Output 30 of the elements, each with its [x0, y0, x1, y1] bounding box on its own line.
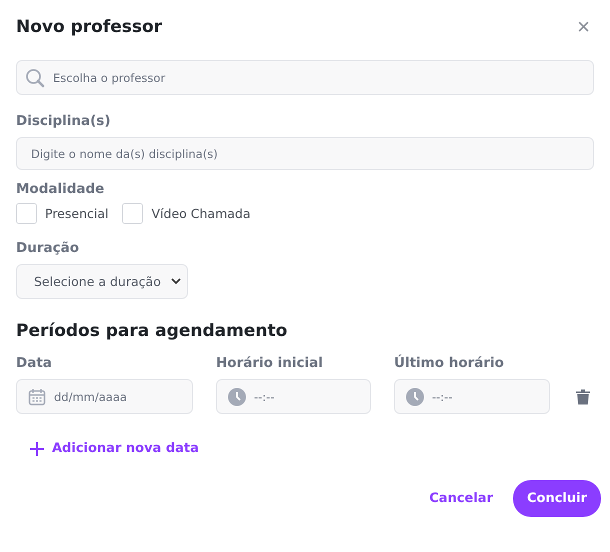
section-title: Períodos para agendamento: [16, 321, 288, 341]
chevron-down-icon: [170, 278, 181, 285]
search-icon: [25, 68, 45, 88]
field-label: Modalidade: [16, 181, 106, 197]
trash-icon: [576, 389, 590, 405]
clock-icon: [406, 388, 424, 406]
search-field[interactable]: Escolha o professor: [16, 60, 594, 95]
checkbox-label: Presencial: [45, 206, 108, 221]
time-field[interactable]: --:--: [394, 379, 550, 414]
field-label: Disciplina(s): [16, 113, 112, 129]
column-label: Horário inicial: [216, 355, 324, 371]
column-label: Data: [16, 355, 53, 371]
date-field[interactable]: dd/mm/aaaa: [16, 379, 193, 414]
column-label: Último horário: [394, 355, 505, 371]
field-label: Duração: [16, 240, 80, 256]
clock-icon: [228, 388, 246, 406]
time-field[interactable]: --:--: [216, 379, 371, 414]
close-button[interactable]: ×: [573, 17, 594, 37]
add-date-link[interactable]: Adicionar nova data: [30, 441, 199, 456]
delete-button[interactable]: [576, 389, 590, 405]
confirm-button[interactable]: Concluir: [512, 480, 601, 517]
checkbox[interactable]: [16, 203, 37, 224]
text-field[interactable]: Digite o nome da(s) disciplina(s): [16, 137, 594, 170]
cancel-button[interactable]: Cancelar: [429, 491, 493, 506]
duration-select[interactable]: Selecione a duração: [16, 264, 188, 299]
checkbox[interactable]: [122, 203, 144, 224]
plus-icon: [30, 442, 44, 456]
calendar-icon: [28, 388, 46, 406]
dialog-title: Novo professor: [16, 17, 162, 37]
checkbox-label: Vídeo Chamada: [151, 206, 250, 221]
